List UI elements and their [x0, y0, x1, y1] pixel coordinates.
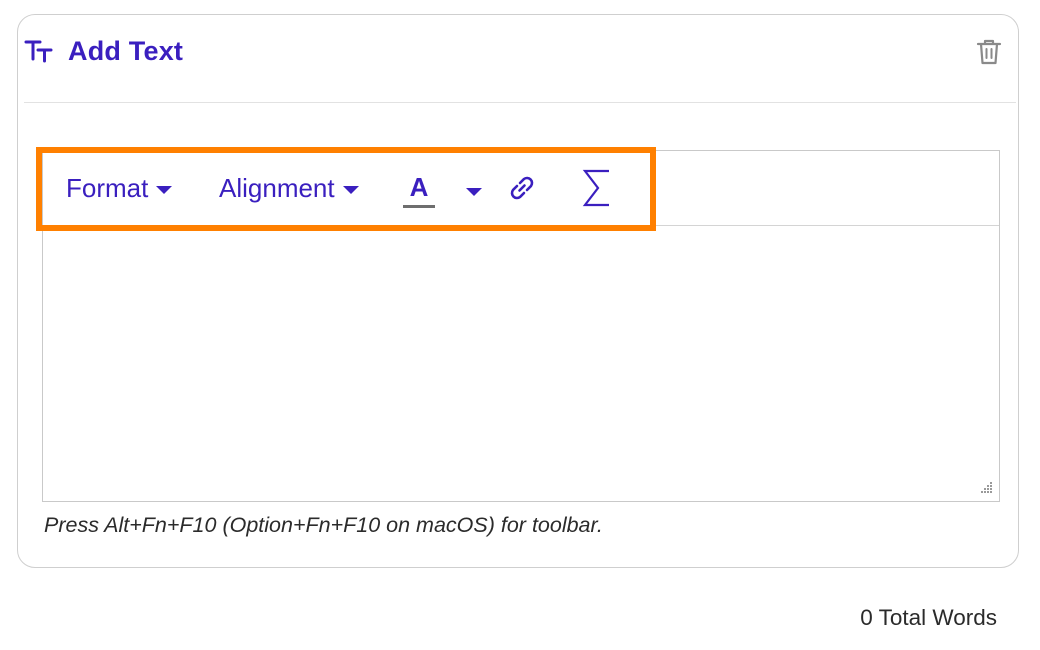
toolbar-hint: Press Alt+Fn+F10 (Option+Fn+F10 on macOS…: [44, 513, 603, 537]
format-label: Format: [66, 172, 149, 203]
header-divider: [24, 102, 1016, 103]
text-size-icon: [24, 40, 53, 62]
word-count: 0 Total Words: [860, 605, 997, 630]
font-color-chevron-down-icon[interactable]: [466, 188, 482, 196]
sigma-icon[interactable]: [582, 168, 612, 208]
chevron-down-icon: [342, 185, 359, 194]
card-header: Add Text: [24, 36, 183, 67]
link-icon[interactable]: [505, 171, 539, 205]
font-color-icon: A: [409, 172, 429, 202]
resize-handle-icon[interactable]: [979, 481, 993, 495]
alignment-dropdown[interactable]: Alignment: [219, 170, 359, 206]
card-title: Add Text: [68, 36, 184, 66]
trash-icon[interactable]: [976, 38, 1002, 66]
font-color-button[interactable]: A: [403, 172, 435, 208]
format-dropdown[interactable]: Format: [66, 170, 173, 206]
alignment-label: Alignment: [219, 172, 335, 203]
font-color-swatch: [403, 205, 435, 208]
chevron-down-icon: [156, 185, 173, 194]
